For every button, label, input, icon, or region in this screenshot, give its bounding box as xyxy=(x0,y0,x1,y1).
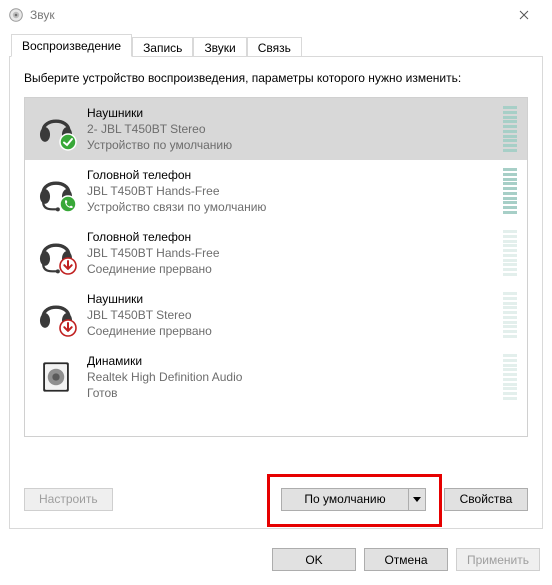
device-sub: JBL T450BT Hands-Free xyxy=(87,183,497,199)
device-status: Соединение прервано xyxy=(87,323,497,339)
device-row[interactable]: Головной телефон JBL T450BT Hands-Free У… xyxy=(25,160,527,222)
device-name: Наушники xyxy=(87,105,497,121)
button-label: Применить xyxy=(467,553,529,567)
device-name: Динамики xyxy=(87,353,497,369)
device-name: Наушники xyxy=(87,291,497,307)
default-check-badge-icon xyxy=(59,133,77,151)
button-label: Отмена xyxy=(384,553,427,567)
properties-button[interactable]: Свойства xyxy=(444,488,528,511)
device-status: Устройство связи по умолчанию xyxy=(87,199,497,215)
speakers-icon xyxy=(31,353,81,401)
window-title: Звук xyxy=(30,8,504,22)
tabstrip: Воспроизведение Запись Звуки Связь xyxy=(9,34,543,57)
tab-playback[interactable]: Воспроизведение xyxy=(11,34,132,57)
sound-app-icon xyxy=(8,7,24,23)
device-text: Наушники JBL T450BT Stereo Соединение пр… xyxy=(81,291,497,340)
device-sub: JBL T450BT Stereo xyxy=(87,307,497,323)
set-default-button[interactable]: По умолчанию xyxy=(281,488,409,511)
device-text: Головной телефон JBL T450BT Hands-Free С… xyxy=(81,229,497,278)
device-name: Головной телефон xyxy=(87,167,497,183)
device-status: Готов xyxy=(87,385,497,401)
tab-label: Звуки xyxy=(204,41,235,55)
close-button[interactable] xyxy=(504,1,544,29)
device-text: Головной телефон JBL T450BT Hands-Free У… xyxy=(81,167,497,216)
button-label: По умолчанию xyxy=(304,492,385,506)
ok-button[interactable]: OK xyxy=(272,548,356,571)
device-list[interactable]: Наушники 2- JBL T450BT Stereo Устройство… xyxy=(24,97,528,437)
tab-recording[interactable]: Запись xyxy=(132,37,193,58)
headphones-icon xyxy=(31,105,81,153)
level-meter xyxy=(503,230,517,276)
sound-window: Звук Воспроизведение Запись Звуки Связь … xyxy=(0,0,552,585)
device-row[interactable]: Наушники 2- JBL T450BT Stereo Устройство… xyxy=(25,98,527,160)
dialog-buttons: OK Отмена Применить xyxy=(272,548,540,571)
tab-label: Связь xyxy=(258,41,291,55)
configure-button[interactable]: Настроить xyxy=(24,488,113,511)
tabpage-buttons: Настроить По умолчанию Свойства xyxy=(24,482,528,516)
device-sub: JBL T450BT Hands-Free xyxy=(87,245,497,261)
device-status: Соединение прервано xyxy=(87,261,497,277)
tab-label: Запись xyxy=(143,41,182,55)
device-status: Устройство по умолчанию xyxy=(87,137,497,153)
tab-communications[interactable]: Связь xyxy=(247,37,302,58)
set-default-dropdown[interactable] xyxy=(409,488,426,511)
button-label: OK xyxy=(305,553,322,567)
device-row[interactable]: Головной телефон JBL T450BT Hands-Free С… xyxy=(25,222,527,284)
level-meter xyxy=(503,168,517,214)
level-meter xyxy=(503,354,517,400)
headset-icon xyxy=(31,229,81,277)
button-label: Свойства xyxy=(460,492,513,506)
cancel-button[interactable]: Отмена xyxy=(364,548,448,571)
chevron-down-icon xyxy=(413,497,421,502)
device-row[interactable]: Динамики Realtek High Definition Audio Г… xyxy=(25,346,527,408)
apply-button[interactable]: Применить xyxy=(456,548,540,571)
instructions-text: Выберите устройство воспроизведения, пар… xyxy=(24,71,528,85)
device-text: Наушники 2- JBL T450BT Stereo Устройство… xyxy=(81,105,497,154)
device-row[interactable]: Наушники JBL T450BT Stereo Соединение пр… xyxy=(25,284,527,346)
default-comm-badge-icon xyxy=(59,195,77,213)
device-text: Динамики Realtek High Definition Audio Г… xyxy=(81,353,497,402)
level-meter xyxy=(503,292,517,338)
device-name: Головной телефон xyxy=(87,229,497,245)
device-sub: 2- JBL T450BT Stereo xyxy=(87,121,497,137)
tabpage-playback: Выберите устройство воспроизведения, пар… xyxy=(9,56,543,529)
tab-label: Воспроизведение xyxy=(22,39,121,53)
disconnected-badge-icon xyxy=(59,257,77,275)
headset-icon xyxy=(31,167,81,215)
disconnected-badge-icon xyxy=(59,319,77,337)
headphones-icon xyxy=(31,291,81,339)
tab-sounds[interactable]: Звуки xyxy=(193,37,246,58)
client-area: Воспроизведение Запись Звуки Связь Выбер… xyxy=(9,34,543,529)
level-meter xyxy=(503,106,517,152)
device-sub: Realtek High Definition Audio xyxy=(87,369,497,385)
set-default-splitbutton[interactable]: По умолчанию xyxy=(281,488,426,511)
titlebar: Звук xyxy=(0,0,552,30)
button-label: Настроить xyxy=(39,492,98,506)
